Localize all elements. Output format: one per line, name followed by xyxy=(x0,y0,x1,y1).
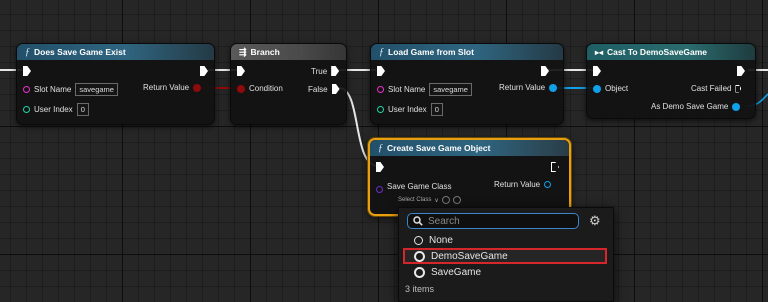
use-selected-icon[interactable] xyxy=(441,196,450,204)
exec-in-pin[interactable] xyxy=(376,162,384,172)
save-game-class-label: Save Game Class xyxy=(387,182,452,191)
exec-out-pin[interactable] xyxy=(200,66,208,76)
node-branch[interactable]: ⇶ Branch True Condition False xyxy=(230,43,347,125)
user-index-label: User Index xyxy=(388,105,427,114)
exec-in-pin[interactable] xyxy=(23,66,31,76)
false-label: False xyxy=(308,84,328,94)
condition-pin[interactable] xyxy=(237,84,245,93)
node-load-game-from-slot[interactable]: ƒ Load Game from Slot Slot Name savegame… xyxy=(370,43,564,125)
item-label: None xyxy=(429,234,453,246)
slot-name-field[interactable]: savegame xyxy=(75,83,118,96)
user-index-label: User Index xyxy=(34,105,73,114)
exec-out-pin[interactable] xyxy=(737,66,745,76)
function-icon: ƒ xyxy=(379,46,384,58)
exec-out-pin[interactable] xyxy=(541,66,549,76)
node-title: Branch xyxy=(250,47,280,57)
exec-in-pin[interactable] xyxy=(377,66,385,76)
node-title: Create Save Game Object xyxy=(387,143,491,153)
function-icon: ƒ xyxy=(378,142,383,154)
cast-icon: ▸◂ xyxy=(595,47,604,57)
slot-name-label: Slot Name xyxy=(388,85,426,94)
item-label: DemoSaveGame xyxy=(431,250,508,262)
slot-name-label: Slot Name xyxy=(34,85,72,94)
user-index-field[interactable]: 0 xyxy=(430,103,443,116)
node-header: ƒ Does Save Game Exist xyxy=(17,44,214,60)
node-header: ƒ Create Save Game Object xyxy=(370,140,569,156)
function-icon: ƒ xyxy=(25,46,30,58)
list-item-none[interactable]: None xyxy=(403,232,607,248)
none-circle-icon xyxy=(414,235,423,245)
user-index-field[interactable]: 0 xyxy=(76,103,89,116)
gear-icon[interactable]: ⚙ xyxy=(589,214,601,227)
exec-out-pin[interactable] xyxy=(551,162,559,172)
search-box[interactable] xyxy=(407,213,579,229)
object-pin[interactable] xyxy=(593,84,601,93)
return-value-pin[interactable] xyxy=(193,83,202,92)
slot-name-pin[interactable] xyxy=(23,86,30,93)
slot-name-pin[interactable] xyxy=(377,86,384,93)
object-label: Object xyxy=(605,84,629,93)
return-value-label: Return Value xyxy=(499,83,546,92)
false-exec-pin[interactable] xyxy=(331,84,340,94)
node-cast-to-demo-save-game[interactable]: ▸◂ Cast To DemoSaveGame Object Cast Fail… xyxy=(586,43,756,119)
node-title: Cast To DemoSaveGame xyxy=(607,47,708,57)
node-does-save-game-exist[interactable]: ƒ Does Save Game Exist Slot Name savegam… xyxy=(16,43,215,125)
list-item-demosavegame[interactable]: DemoSaveGame xyxy=(403,248,607,264)
node-header: ƒ Load Game from Slot xyxy=(371,44,563,60)
branch-icon: ⇶ xyxy=(239,46,247,57)
exec-in-pin[interactable] xyxy=(237,66,245,76)
item-count: 3 items xyxy=(405,284,435,294)
class-picker-dropdown: ⚙ None DemoSaveGame SaveGame 3 items xyxy=(398,207,614,302)
exec-in-pin[interactable] xyxy=(593,66,601,76)
list-item-savegame[interactable]: SaveGame xyxy=(403,264,607,280)
user-index-pin[interactable] xyxy=(23,106,30,113)
search-input[interactable] xyxy=(428,215,568,227)
node-title: Load Game from Slot xyxy=(388,47,474,57)
class-icon xyxy=(414,266,425,278)
return-value-pin[interactable] xyxy=(549,83,558,92)
as-demo-save-game-pin[interactable] xyxy=(732,102,741,111)
node-create-save-game-object[interactable]: ƒ Create Save Game Object Save Game Clas… xyxy=(368,138,571,216)
chevron-down-icon[interactable]: ∨ xyxy=(434,197,438,204)
item-label: SaveGame xyxy=(431,266,482,278)
return-value-label: Return Value xyxy=(143,83,190,92)
node-header: ⇶ Branch xyxy=(231,44,346,60)
cast-failed-pin[interactable] xyxy=(735,84,742,93)
save-game-class-pin[interactable] xyxy=(376,186,383,193)
true-exec-pin[interactable] xyxy=(331,66,340,76)
return-value-pin[interactable] xyxy=(544,181,552,188)
true-label: True xyxy=(311,66,328,76)
browse-search-icon[interactable] xyxy=(452,196,461,204)
node-header: ▸◂ Cast To DemoSaveGame xyxy=(587,44,755,60)
as-demo-save-game-label: As Demo Save Game xyxy=(651,102,729,111)
user-index-pin[interactable] xyxy=(377,106,384,113)
condition-label: Condition xyxy=(249,84,283,93)
search-icon xyxy=(413,216,423,226)
node-title: Does Save Game Exist xyxy=(34,47,126,57)
select-class-combo[interactable]: Select Class xyxy=(398,197,431,203)
cast-failed-label: Cast Failed xyxy=(691,84,732,93)
class-icon xyxy=(414,250,425,262)
slot-name-field[interactable]: savegame xyxy=(429,83,472,96)
return-value-label: Return Value xyxy=(494,180,541,189)
